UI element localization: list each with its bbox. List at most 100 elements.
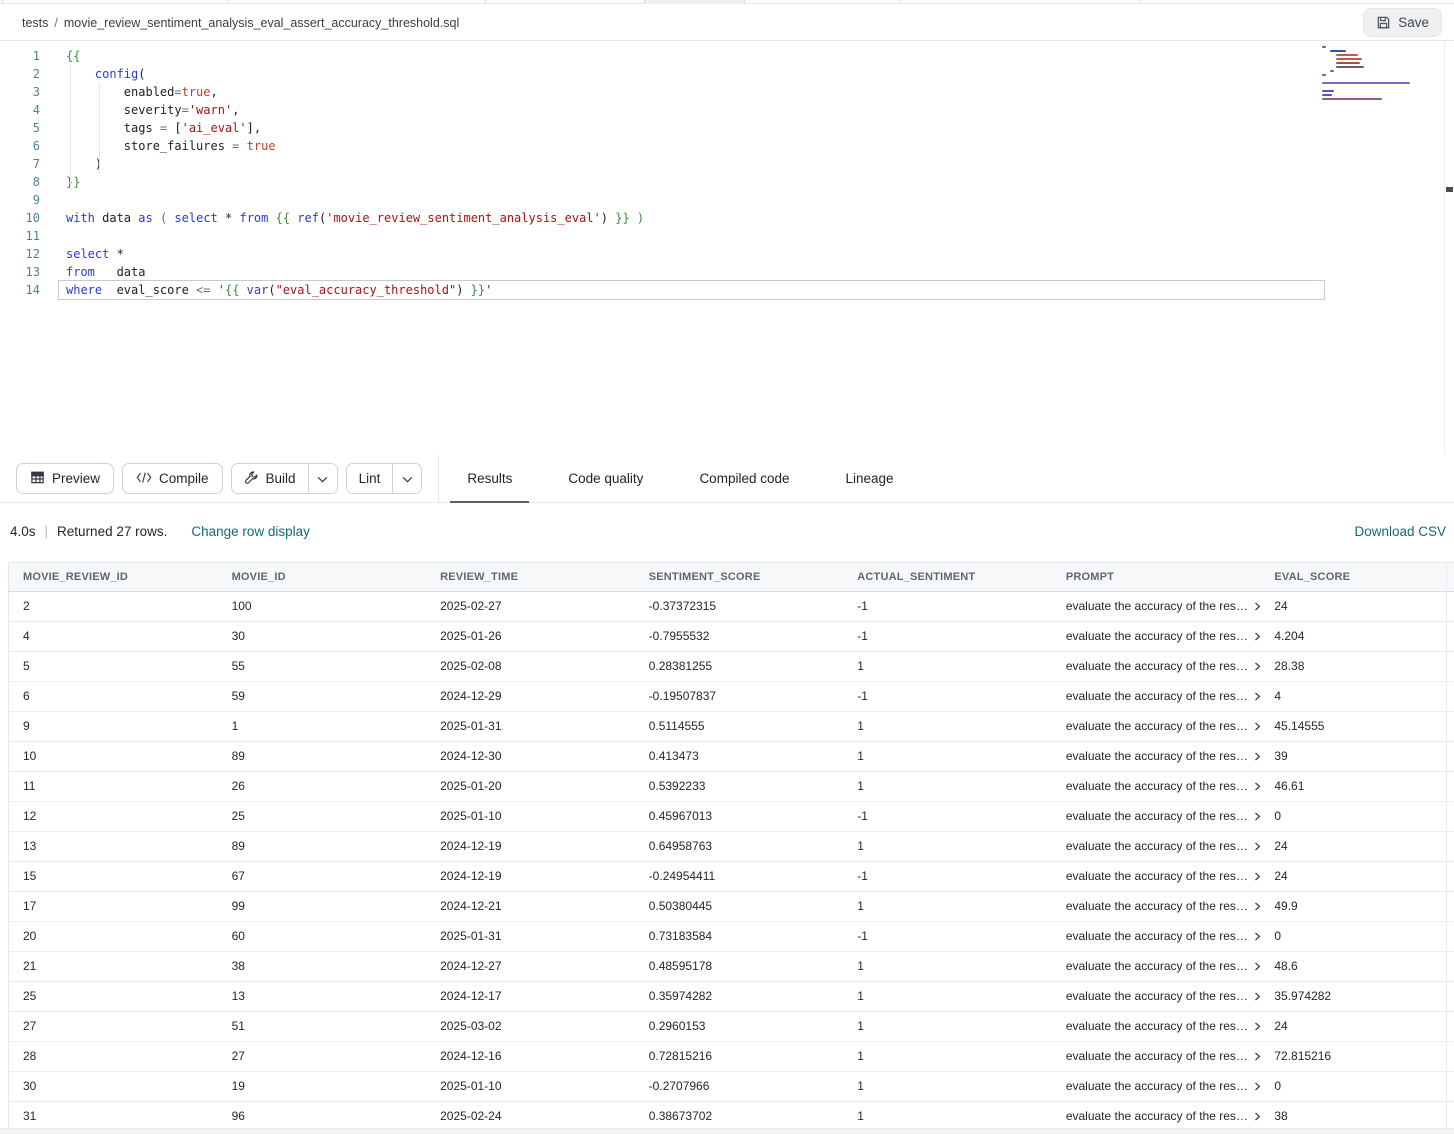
code-line-4[interactable]: 4 severity='warn', bbox=[0, 101, 1454, 119]
expand-cell-chevron-icon[interactable] bbox=[1254, 752, 1260, 761]
compile-button[interactable]: Compile bbox=[122, 463, 223, 494]
code-line-9[interactable]: 9 bbox=[0, 191, 1454, 209]
compile-button-label: Compile bbox=[159, 471, 209, 486]
prompt-truncated-text: evaluate the accuracy of the res… bbox=[1066, 959, 1248, 973]
code-line-10[interactable]: 10with data as ( select * from {{ ref('m… bbox=[0, 209, 1454, 227]
expand-cell-chevron-icon[interactable] bbox=[1254, 782, 1260, 791]
table-row: 25132024-12-170.359742821evaluate the ac… bbox=[9, 981, 1454, 1011]
expand-cell-chevron-icon[interactable] bbox=[1254, 692, 1260, 701]
build-dropdown-button[interactable] bbox=[308, 464, 337, 493]
toolbar-divider bbox=[438, 455, 439, 503]
code-line-5[interactable]: 5 tags = ['ai_eval'], bbox=[0, 119, 1454, 137]
tab-compiled-code[interactable]: Compiled code bbox=[699, 455, 789, 503]
code-line-3[interactable]: 3 enabled=true, bbox=[0, 83, 1454, 101]
editor-minimap[interactable] bbox=[1322, 44, 1432, 224]
code-line-1[interactable]: 1{{ bbox=[0, 47, 1454, 65]
table-row: 20602025-01-310.73183584-1evaluate the a… bbox=[9, 921, 1454, 951]
expand-cell-chevron-icon[interactable] bbox=[1254, 1052, 1260, 1061]
expand-cell-chevron-icon[interactable] bbox=[1254, 842, 1260, 851]
column-header-review_time: REVIEW_TIME bbox=[426, 563, 635, 591]
preview-button-label: Preview bbox=[52, 471, 100, 486]
expand-cell-chevron-icon[interactable] bbox=[1254, 932, 1260, 941]
expand-cell-chevron-icon[interactable] bbox=[1254, 1082, 1260, 1091]
save-button[interactable]: Save bbox=[1363, 8, 1442, 37]
expand-cell-chevron-icon[interactable] bbox=[1254, 632, 1260, 641]
cell-eval_score: 0 bbox=[1260, 921, 1454, 951]
expand-cell-chevron-icon[interactable] bbox=[1254, 662, 1260, 671]
expand-cell-chevron-icon[interactable] bbox=[1254, 1112, 1260, 1121]
expand-cell-chevron-icon[interactable] bbox=[1254, 1022, 1260, 1031]
cell-actual_sentiment: 1 bbox=[843, 771, 1052, 801]
cell-prompt: evaluate the accuracy of the res… bbox=[1052, 591, 1261, 621]
line-number: 14 bbox=[0, 281, 40, 299]
download-csv-link[interactable]: Download CSV bbox=[1354, 524, 1446, 539]
expand-cell-chevron-icon[interactable] bbox=[1254, 602, 1260, 611]
table-row: 17992024-12-210.503804451evaluate the ac… bbox=[9, 891, 1454, 921]
line-number: 9 bbox=[0, 191, 40, 209]
code-line-14[interactable]: 14where eval_score <= '{{ var("eval_accu… bbox=[0, 281, 1454, 299]
code-line-13[interactable]: 13from data bbox=[0, 263, 1454, 281]
status-separator: | bbox=[45, 524, 49, 539]
cell-movie_id: 89 bbox=[218, 831, 427, 861]
chevron-down-icon bbox=[402, 470, 413, 488]
cell-eval_score: 46.61 bbox=[1260, 771, 1454, 801]
code-line-6[interactable]: 6 store_failures = true bbox=[0, 137, 1454, 155]
expand-cell-chevron-icon[interactable] bbox=[1254, 812, 1260, 821]
cell-movie_review_id: 15 bbox=[9, 861, 218, 891]
cell-sentiment_score: 0.73183584 bbox=[635, 921, 844, 951]
table-row: 13892024-12-190.649587631evaluate the ac… bbox=[9, 831, 1454, 861]
cell-prompt: evaluate the accuracy of the res… bbox=[1052, 861, 1261, 891]
lint-button-group: Lint bbox=[346, 463, 423, 494]
cell-movie_id: 96 bbox=[218, 1101, 427, 1128]
cell-review_time: 2024-12-21 bbox=[426, 891, 635, 921]
code-line-content: ) bbox=[40, 155, 102, 173]
build-button[interactable]: Build bbox=[232, 464, 308, 493]
tab-code-quality[interactable]: Code quality bbox=[568, 455, 643, 503]
code-line-8[interactable]: 8}} bbox=[0, 173, 1454, 191]
tab-edge bbox=[1140, 0, 1141, 4]
cell-eval_score: 24 bbox=[1260, 591, 1454, 621]
cell-review_time: 2025-01-31 bbox=[426, 921, 635, 951]
line-number: 6 bbox=[0, 137, 40, 155]
cell-movie_id: 1 bbox=[218, 711, 427, 741]
breadcrumb-root[interactable]: tests bbox=[22, 16, 48, 30]
tab-results[interactable]: Results bbox=[467, 455, 512, 503]
code-line-11[interactable]: 11 bbox=[0, 227, 1454, 245]
table-row: 21002025-02-27-0.37372315-1evaluate the … bbox=[9, 591, 1454, 621]
code-line-content: from data bbox=[40, 263, 145, 281]
code-line-12[interactable]: 12select * bbox=[0, 245, 1454, 263]
cell-actual_sentiment: 1 bbox=[843, 1011, 1052, 1041]
cell-movie_id: 59 bbox=[218, 681, 427, 711]
expand-cell-chevron-icon[interactable] bbox=[1254, 992, 1260, 1001]
cell-prompt: evaluate the accuracy of the res… bbox=[1052, 681, 1261, 711]
cell-eval_score: 24 bbox=[1260, 861, 1454, 891]
cell-eval_score: 48.6 bbox=[1260, 951, 1454, 981]
tab-lineage[interactable]: Lineage bbox=[846, 455, 894, 503]
lint-button[interactable]: Lint bbox=[347, 464, 393, 493]
code-line-7[interactable]: 7 ) bbox=[0, 155, 1454, 173]
code-line-2[interactable]: 2 config( bbox=[0, 65, 1454, 83]
code-line-content: enabled=true, bbox=[40, 83, 218, 101]
cell-movie_review_id: 5 bbox=[9, 651, 218, 681]
prompt-truncated-text: evaluate the accuracy of the res… bbox=[1066, 899, 1248, 913]
horizontal-scrollbar[interactable] bbox=[0, 1128, 1454, 1134]
cell-prompt: evaluate the accuracy of the res… bbox=[1052, 891, 1261, 921]
expand-cell-chevron-icon[interactable] bbox=[1254, 902, 1260, 911]
editor-scrollbar-handle[interactable] bbox=[1446, 187, 1453, 192]
sql-code-editor[interactable]: 1{{2 config(3 enabled=true,4 severity='w… bbox=[0, 41, 1454, 455]
cell-sentiment_score: 0.48595178 bbox=[635, 951, 844, 981]
save-button-label: Save bbox=[1398, 15, 1429, 30]
line-number: 7 bbox=[0, 155, 40, 173]
table-row: 31962025-02-240.386737021evaluate the ac… bbox=[9, 1101, 1454, 1128]
preview-button[interactable]: Preview bbox=[16, 463, 114, 494]
expand-cell-chevron-icon[interactable] bbox=[1254, 872, 1260, 881]
cell-prompt: evaluate the accuracy of the res… bbox=[1052, 1071, 1261, 1101]
table-row: 4302025-01-26-0.7955532-1evaluate the ac… bbox=[9, 621, 1454, 651]
expand-cell-chevron-icon[interactable] bbox=[1254, 722, 1260, 731]
expand-cell-chevron-icon[interactable] bbox=[1254, 962, 1260, 971]
cell-movie_review_id: 10 bbox=[9, 741, 218, 771]
top-tab-strip bbox=[0, 0, 1454, 4]
change-row-display-link[interactable]: Change row display bbox=[191, 524, 310, 539]
cell-movie_id: 25 bbox=[218, 801, 427, 831]
lint-dropdown-button[interactable] bbox=[392, 464, 421, 493]
